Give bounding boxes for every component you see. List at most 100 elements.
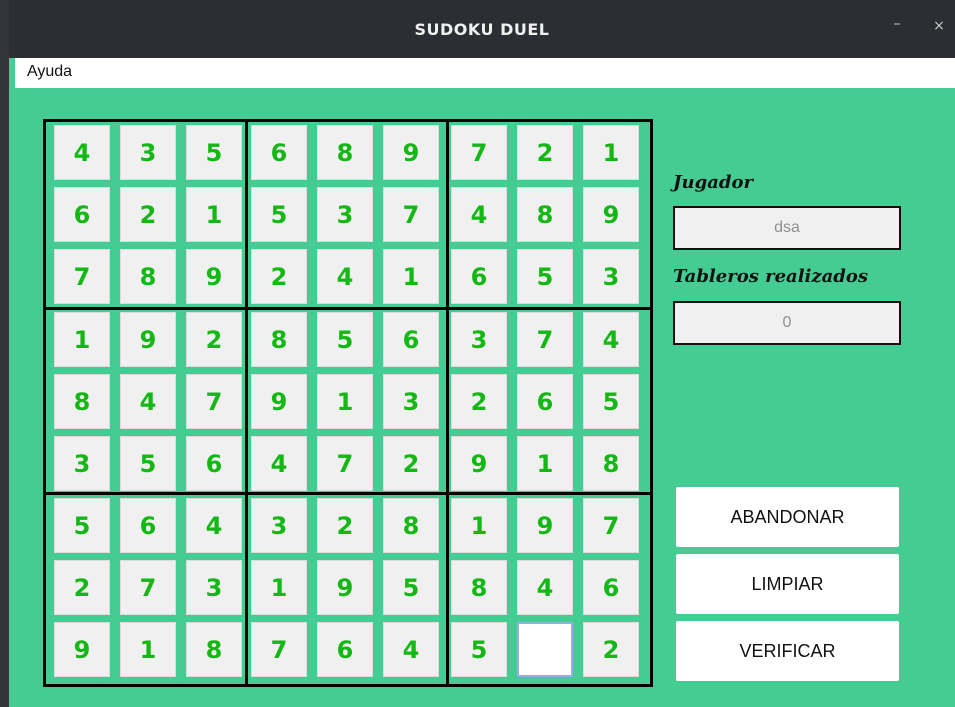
sudoku-cell[interactable]: 3 (251, 498, 307, 553)
sudoku-cell[interactable]: 8 (54, 374, 110, 429)
sudoku-cell[interactable]: 5 (317, 312, 373, 367)
sudoku-cell[interactable]: 2 (383, 436, 439, 491)
sudoku-cell-input[interactable] (517, 622, 573, 677)
sudoku-cell[interactable]: 7 (583, 498, 639, 553)
sudoku-cell[interactable]: 8 (383, 498, 439, 553)
sudoku-cell[interactable]: 7 (383, 187, 439, 242)
sudoku-cell[interactable]: 8 (517, 187, 573, 242)
sudoku-cell[interactable]: 4 (451, 187, 507, 242)
sudoku-cell[interactable]: 1 (317, 374, 373, 429)
sudoku-cell[interactable]: 3 (383, 374, 439, 429)
sudoku-cell[interactable]: 2 (120, 187, 176, 242)
sudoku-cell[interactable]: 1 (251, 560, 307, 615)
sudoku-cell[interactable]: 6 (517, 374, 573, 429)
sudoku-cell[interactable]: 1 (54, 312, 110, 367)
sudoku-cell[interactable]: 4 (120, 374, 176, 429)
sudoku-cell[interactable]: 5 (54, 498, 110, 553)
sudoku-cell[interactable]: 1 (583, 125, 639, 180)
sudoku-cell[interactable]: 9 (54, 622, 110, 677)
box-divider-horizontal (46, 492, 650, 495)
sudoku-cell[interactable]: 7 (120, 560, 176, 615)
sudoku-cell[interactable]: 6 (251, 125, 307, 180)
sudoku-cell[interactable]: 9 (383, 125, 439, 180)
sudoku-cell[interactable]: 2 (54, 560, 110, 615)
sudoku-cell[interactable]: 8 (120, 249, 176, 304)
sudoku-cell[interactable]: 4 (583, 312, 639, 367)
clear-button[interactable]: LIMPIAR (676, 554, 899, 614)
close-button[interactable]: × (929, 18, 949, 34)
sudoku-cell[interactable]: 6 (383, 312, 439, 367)
box-divider-horizontal (46, 307, 650, 310)
sudoku-cell[interactable]: 5 (583, 374, 639, 429)
box-divider-vertical (245, 122, 248, 684)
sudoku-cell[interactable]: 4 (317, 249, 373, 304)
sudoku-cell[interactable]: 1 (186, 187, 242, 242)
sudoku-cell[interactable]: 2 (317, 498, 373, 553)
menu-item-ayuda[interactable]: Ayuda (27, 63, 72, 81)
sudoku-cell[interactable]: 8 (451, 560, 507, 615)
sudoku-cell[interactable]: 9 (120, 312, 176, 367)
sudoku-cell[interactable]: 4 (186, 498, 242, 553)
sudoku-cell[interactable]: 3 (583, 249, 639, 304)
sudoku-cell[interactable]: 2 (583, 622, 639, 677)
box-divider-vertical (446, 122, 449, 684)
desktop-edge (0, 0, 9, 707)
sudoku-cell[interactable]: 6 (583, 560, 639, 615)
boards-done-label: Tableros realizados (673, 266, 868, 287)
sudoku-cell[interactable]: 9 (317, 560, 373, 615)
player-label: Jugador (673, 172, 753, 193)
sudoku-cell[interactable]: 2 (186, 312, 242, 367)
sudoku-cell[interactable]: 8 (583, 436, 639, 491)
sudoku-cell[interactable]: 9 (251, 374, 307, 429)
sudoku-cell[interactable]: 3 (186, 560, 242, 615)
sudoku-cell[interactable]: 6 (120, 498, 176, 553)
sudoku-board: 4356897216215374897892416531928563748479… (43, 119, 653, 687)
sudoku-cell[interactable]: 7 (517, 312, 573, 367)
sudoku-cell[interactable]: 7 (54, 249, 110, 304)
sudoku-cell[interactable]: 3 (120, 125, 176, 180)
minimize-button[interactable]: – (887, 16, 907, 32)
menu-bar: Ayuda (15, 58, 955, 88)
sudoku-cell[interactable]: 6 (317, 622, 373, 677)
sudoku-cell[interactable]: 5 (383, 560, 439, 615)
sudoku-cell[interactable]: 6 (54, 187, 110, 242)
sudoku-cell[interactable]: 3 (317, 187, 373, 242)
sudoku-cell[interactable]: 7 (186, 374, 242, 429)
sudoku-cell[interactable]: 6 (186, 436, 242, 491)
sudoku-cell[interactable]: 2 (517, 125, 573, 180)
sudoku-cell[interactable]: 1 (451, 498, 507, 553)
sudoku-cell[interactable]: 9 (451, 436, 507, 491)
sudoku-cell[interactable]: 5 (120, 436, 176, 491)
sudoku-cell[interactable]: 5 (186, 125, 242, 180)
player-field: dsa (673, 206, 901, 250)
sudoku-cell[interactable]: 9 (186, 249, 242, 304)
title-bar: SUDOKU DUEL – × (9, 0, 955, 58)
sudoku-cell[interactable]: 8 (251, 312, 307, 367)
sudoku-cell[interactable]: 7 (451, 125, 507, 180)
sudoku-cell[interactable]: 3 (451, 312, 507, 367)
sudoku-cell[interactable]: 5 (517, 249, 573, 304)
sudoku-cell[interactable]: 4 (383, 622, 439, 677)
sudoku-cell[interactable]: 2 (451, 374, 507, 429)
sudoku-cell[interactable]: 2 (251, 249, 307, 304)
verify-button[interactable]: VERIFICAR (676, 621, 899, 681)
sudoku-cell[interactable]: 1 (120, 622, 176, 677)
sudoku-cell[interactable]: 7 (251, 622, 307, 677)
sudoku-cell[interactable]: 1 (383, 249, 439, 304)
window-title: SUDOKU DUEL (414, 20, 550, 39)
sudoku-cell[interactable]: 8 (186, 622, 242, 677)
sudoku-cell[interactable]: 6 (451, 249, 507, 304)
sudoku-cell[interactable]: 9 (517, 498, 573, 553)
sudoku-cell[interactable]: 3 (54, 436, 110, 491)
sudoku-cell[interactable]: 8 (317, 125, 373, 180)
sudoku-cell[interactable]: 9 (583, 187, 639, 242)
sudoku-cell[interactable]: 7 (317, 436, 373, 491)
sudoku-cell[interactable]: 4 (517, 560, 573, 615)
app-window: SUDOKU DUEL – × Ayuda 435689721621537489… (9, 0, 955, 707)
sudoku-cell[interactable]: 5 (251, 187, 307, 242)
sudoku-cell[interactable]: 1 (517, 436, 573, 491)
sudoku-cell[interactable]: 4 (54, 125, 110, 180)
abandon-button[interactable]: ABANDONAR (676, 487, 899, 547)
sudoku-cell[interactable]: 4 (251, 436, 307, 491)
sudoku-cell[interactable]: 5 (451, 622, 507, 677)
